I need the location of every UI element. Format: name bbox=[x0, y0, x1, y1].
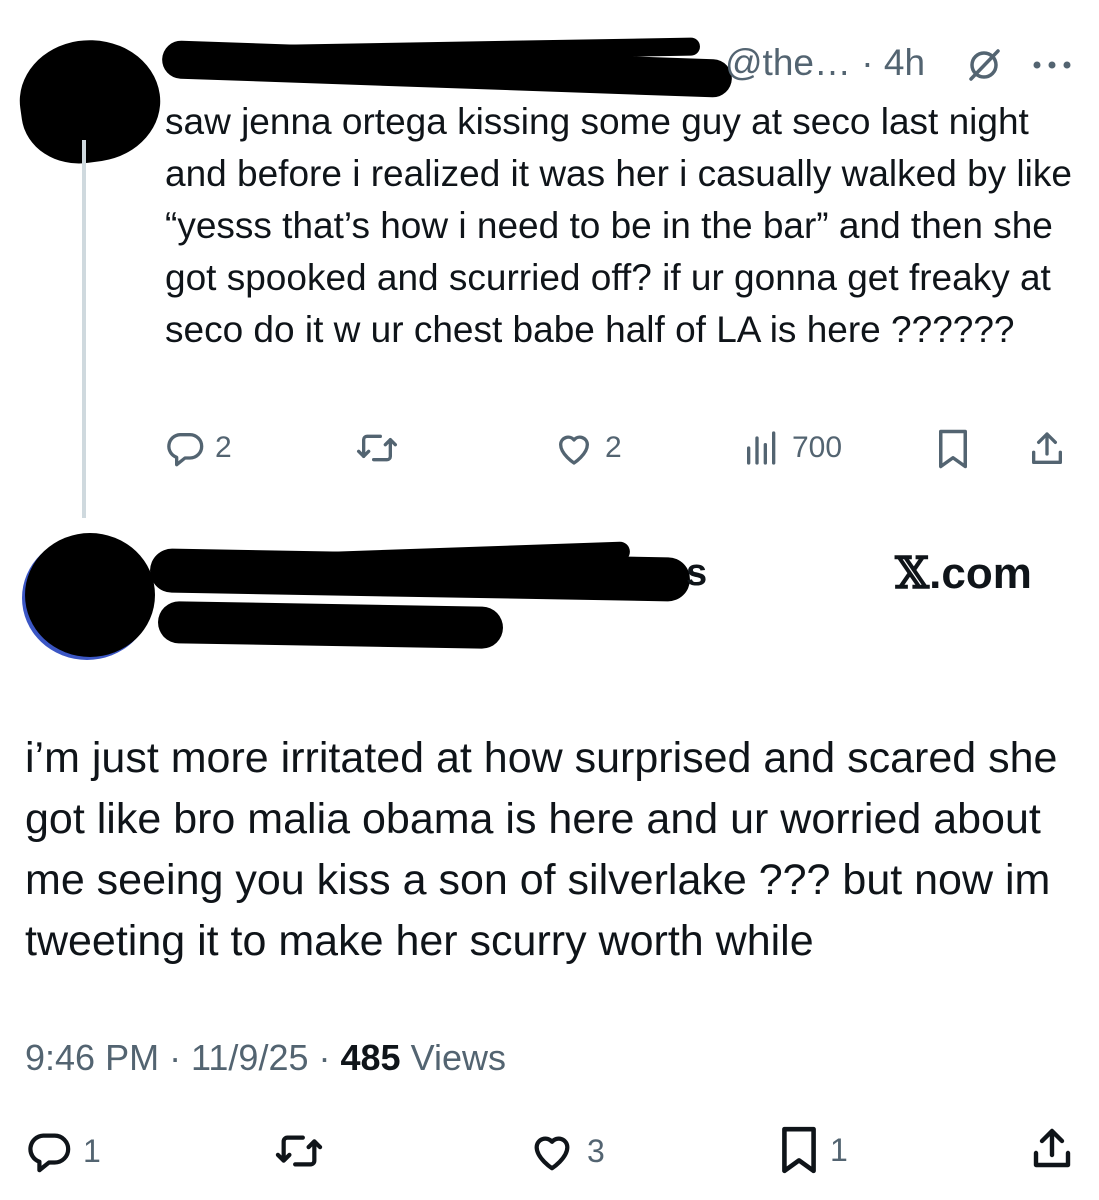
retweet-icon bbox=[356, 434, 397, 462]
main-bookmark-button[interactable]: 1 bbox=[778, 1125, 848, 1175]
main-like-count: 3 bbox=[587, 1132, 605, 1169]
main-retweet-button[interactable] bbox=[272, 1128, 326, 1174]
share-icon bbox=[1033, 1128, 1071, 1168]
redacted-main-handle bbox=[157, 600, 504, 650]
reply-like-button[interactable]: 2 bbox=[553, 428, 622, 468]
more-icon[interactable] bbox=[1030, 58, 1074, 77]
x-com-text: .com bbox=[929, 549, 1032, 598]
views-icon bbox=[747, 431, 776, 465]
reply-reply-count: 2 bbox=[215, 431, 232, 464]
reply-views-count: 700 bbox=[792, 431, 843, 464]
bookmark-icon bbox=[782, 1126, 816, 1174]
x-logo-icon: 𝕏 bbox=[895, 548, 930, 599]
reply-icon bbox=[167, 433, 204, 467]
reply-retweet-button[interactable] bbox=[355, 428, 399, 468]
main-like-button[interactable]: 3 bbox=[527, 1128, 605, 1174]
tweet-timestamp-line: 9:46 PM · 11/9/25 · 485 Views bbox=[25, 1037, 506, 1079]
reply-bookmark-button[interactable] bbox=[935, 428, 971, 470]
reply-share-button[interactable] bbox=[1027, 428, 1067, 470]
name-tail-letters: s bbox=[686, 552, 708, 594]
main-reply-count: 1 bbox=[83, 1132, 101, 1169]
main-reply-button[interactable]: 1 bbox=[25, 1128, 101, 1174]
reply-icon bbox=[28, 1133, 71, 1173]
like-icon bbox=[534, 1136, 570, 1171]
grok-icon[interactable] bbox=[965, 46, 1003, 89]
reply-reply-button[interactable]: 2 bbox=[165, 428, 232, 468]
reply-like-count: 2 bbox=[605, 431, 622, 464]
retweet-icon bbox=[275, 1135, 323, 1167]
reply-avatar[interactable] bbox=[12, 30, 168, 172]
main-share-button[interactable] bbox=[1028, 1124, 1076, 1174]
main-bookmark-count: 1 bbox=[830, 1131, 848, 1168]
like-icon bbox=[559, 435, 589, 465]
tweet-time: 9:46 PM · 11/9/25 · bbox=[25, 1037, 341, 1078]
tweet-views-label: Views bbox=[400, 1037, 506, 1078]
thread-line bbox=[82, 140, 86, 518]
x-com-label: 𝕏.com bbox=[895, 548, 1032, 599]
tweet-view-count: 485 bbox=[340, 1037, 401, 1078]
main-avatar[interactable] bbox=[25, 533, 155, 657]
share-icon bbox=[1032, 432, 1062, 464]
main-tweet-text: i’m just more irritated at how surprised… bbox=[25, 734, 1058, 965]
reply-text: saw jenna ortega kissing some guy at sec… bbox=[165, 101, 1072, 350]
reply-handle-time: @the… · 4h bbox=[725, 42, 926, 83]
bookmark-icon bbox=[939, 429, 967, 469]
reply-views-button[interactable]: 700 bbox=[742, 428, 842, 468]
